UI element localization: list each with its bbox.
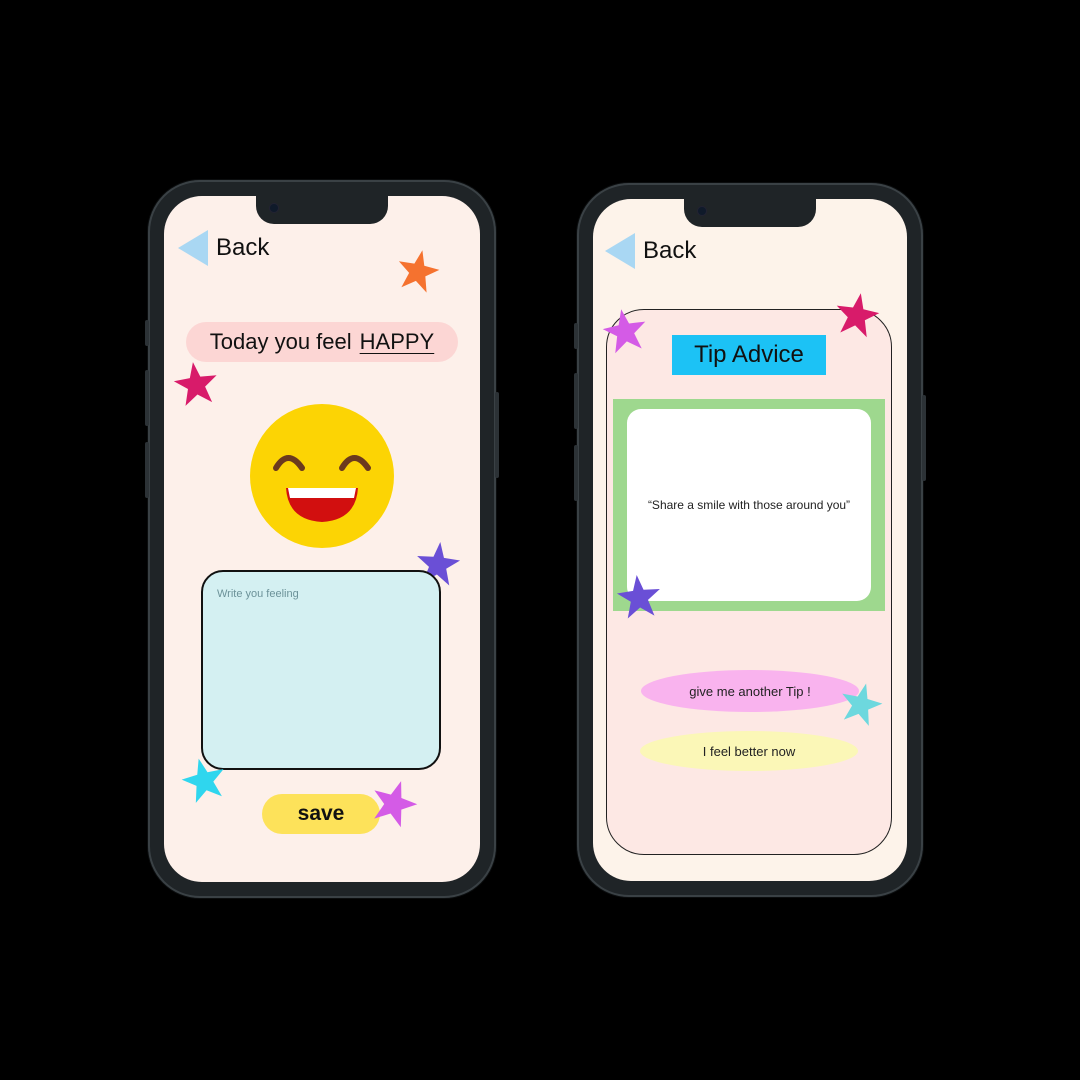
side-button <box>145 370 149 426</box>
another-tip-button[interactable]: give me another Tip ! <box>641 670 859 712</box>
tip-text: “Share a smile with those around you” <box>627 409 871 601</box>
phone-frame-feeling: Back Today you feel HAPPY Write you feel… <box>145 180 499 898</box>
pink-star-icon <box>836 293 880 338</box>
back-label: Back <box>216 234 270 261</box>
side-button <box>145 320 149 346</box>
side-button <box>495 392 499 478</box>
side-button <box>922 395 926 481</box>
back-arrow-icon <box>178 230 208 266</box>
notch <box>256 196 388 224</box>
screen-feeling: Back Today you feel HAPPY Write you feel… <box>164 196 480 882</box>
back-button[interactable]: Back <box>178 230 269 266</box>
violet-star-icon <box>602 309 646 354</box>
pink-star-icon <box>173 362 217 406</box>
camera-icon <box>698 207 706 215</box>
side-button <box>574 445 578 501</box>
side-button <box>574 373 578 429</box>
screen-tip: Back Tip Advice “Share a smile with thos… <box>593 199 907 881</box>
feel-better-button[interactable]: I feel better now <box>640 731 858 771</box>
mood-banner: Today you feel HAPPY <box>186 322 458 362</box>
back-label: Back <box>643 237 697 264</box>
tip-title: Tip Advice <box>672 335 826 375</box>
back-arrow-icon <box>605 233 635 269</box>
feeling-textarea[interactable] <box>217 588 425 752</box>
teal-star-icon <box>842 683 883 726</box>
mood-prefix: Today you feel <box>209 329 352 354</box>
cyan-star-icon <box>181 758 224 803</box>
side-button <box>145 442 149 498</box>
orange-star-icon <box>398 250 440 293</box>
mood-value: HAPPY <box>359 329 435 354</box>
phone-frame-tip: Back Tip Advice “Share a smile with thos… <box>574 183 926 897</box>
back-button[interactable]: Back <box>605 233 696 269</box>
save-button[interactable]: save <box>262 794 380 834</box>
happy-emoji-icon <box>250 404 394 548</box>
feeling-input-box[interactable] <box>201 570 441 770</box>
side-button <box>574 323 578 349</box>
notch <box>684 199 816 227</box>
mockup-stage: Back Today you feel HAPPY Write you feel… <box>0 0 1080 1080</box>
violet-star-icon <box>374 781 418 828</box>
purple-star-icon <box>616 575 660 619</box>
camera-icon <box>270 204 278 212</box>
